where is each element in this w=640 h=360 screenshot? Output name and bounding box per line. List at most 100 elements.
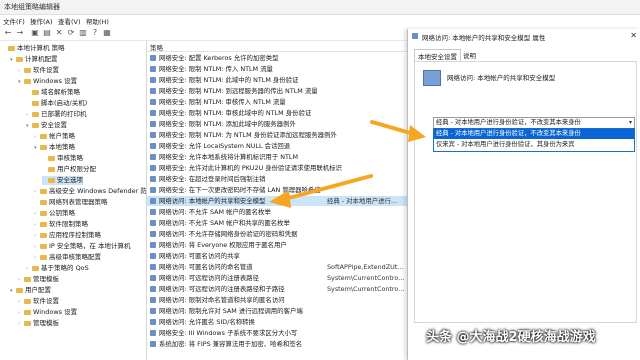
table-row[interactable]: 网络安全: 允许 LocalSystem NULL 会话回退 <box>147 141 407 151</box>
tree-item-label: 本地策略 <box>49 143 75 151</box>
show-hide-tree-icon[interactable]: ▤ <box>42 28 52 38</box>
folder-icon <box>24 67 31 73</box>
table-row[interactable]: 网络访问: 允许匿名 SID/名称转换 <box>147 317 407 327</box>
tree-item[interactable]: ▾ 本地策略 <box>34 143 75 152</box>
tree-item[interactable]: › 基于策略的 QoS <box>26 264 89 273</box>
tree-item-label: 管理模板 <box>33 319 59 327</box>
tree-item[interactable]: 网络列表管理器策略 <box>34 198 108 207</box>
annotation-arrow-icon <box>269 174 373 208</box>
tree-item[interactable]: › IP 安全策略，在 本地计算机 <box>34 242 130 251</box>
tree-item[interactable]: › 软件限制策略 <box>34 220 88 229</box>
policy-icon <box>150 143 156 149</box>
properties-icon[interactable]: ▦ <box>102 28 112 38</box>
table-row[interactable]: 网络安全: 限制 NTLM: 传入 NTLM 流量 <box>147 64 407 74</box>
policy-name-cell: 网络安全: 在超过登录时间后强制注销 <box>159 175 266 183</box>
table-row[interactable]: 网络安全: 限制 NTLM: 审核传入 NTLM 流量 <box>147 97 407 107</box>
policy-name-cell: 网络安全: 限制 NTLM: 此域中的 NTLM 身份验证 <box>159 76 299 84</box>
folder-icon <box>40 188 47 194</box>
delete-icon[interactable]: ✕ <box>54 28 64 38</box>
table-row[interactable]: 网络访问: 可远程访问的注册表路径和子路径 System\CurrentContr… <box>147 284 407 294</box>
tree-item-label: 审核策略 <box>57 154 83 162</box>
help-icon[interactable]: ? <box>90 28 100 38</box>
title-bar: 本地组策略编辑器 <box>0 0 640 15</box>
tree-item[interactable]: › 帐户策略 <box>34 132 75 141</box>
policy-name-cell: 网络访问: 可匿名访问的命名管道 <box>159 263 253 271</box>
tree-item[interactable]: › 应用程序控制策略 <box>34 231 101 240</box>
menu-view[interactable]: 查看(V) <box>58 16 81 26</box>
close-icon[interactable]: ✕ <box>630 31 637 40</box>
table-row[interactable]: 网络安全: 限制 NTLM: 添加此域中的服务器例外 <box>147 119 407 129</box>
policy-icon <box>150 220 156 226</box>
tree-item[interactable]: ▾ 计算机配置 <box>10 55 58 64</box>
folder-icon <box>40 243 47 249</box>
tree-item-label: 脚本(启动/关机) <box>41 99 88 107</box>
table-row[interactable]: 网络访问: 限制对命名管道和共享的匿名访问 <box>147 295 407 305</box>
forward-arrow-icon[interactable]: → <box>15 28 25 38</box>
menu-bar: 文件(F) 操作(A) 查看(V) 帮助(H) <box>0 15 640 26</box>
tree-item[interactable]: ›高级安全 Windows Defender 防火墙 <box>34 187 146 196</box>
folder-icon <box>32 122 39 128</box>
table-row[interactable]: 网络访问: 将 Everyone 权限应用于匿名用户 <box>147 240 407 250</box>
policy-icon <box>150 187 156 193</box>
tree-item[interactable]: › 管理模板 <box>18 319 59 328</box>
tree-item[interactable]: › 软件设置 <box>18 66 59 75</box>
policy-icon <box>150 99 156 105</box>
tree-item[interactable]: ▾ Windows 设置 <box>18 77 77 86</box>
tree-item[interactable]: ▾ 用户配置 <box>10 286 51 295</box>
table-row[interactable]: 网络安全: 允许本地系统将计算机标识用于 NTLM <box>147 152 407 162</box>
policy-icon <box>150 198 156 204</box>
table-row[interactable]: 网络安全: 限制 NTLM: 为 NTLM 身份验证添加远程服务器例外 <box>147 130 407 140</box>
table-row[interactable]: 网络访问: 不允许存储网络身份验证的密码和凭据 <box>147 229 407 239</box>
policy-setting-cell: System\CurrentContro... <box>327 285 405 293</box>
tree-item[interactable]: 域名解析策略 <box>26 88 80 97</box>
menu-action[interactable]: 操作(A) <box>30 16 53 26</box>
tree-item[interactable]: 脚本(启动/关机) <box>26 99 87 108</box>
option-classic[interactable]: 经典 - 对本地用户进行身份验证，不改变其本来身份 <box>434 129 634 139</box>
tree-item[interactable]: › Windows 设置 <box>18 308 77 317</box>
watermark: 头条 @大海战2硬核海战游戏 <box>426 330 596 345</box>
table-row[interactable]: 网络访问: 可远程访问的注册表路径 System\CurrentContro... <box>147 273 407 283</box>
tree-item[interactable]: › 已部署的打印机 <box>26 110 87 119</box>
refresh-icon[interactable]: ⟳ <box>66 28 76 38</box>
table-row[interactable]: 网络安全: III Windows 子系统不要求区分大小写 <box>147 328 407 338</box>
policy-icon <box>150 77 156 83</box>
select-options-list: 经典 - 对本地用户进行身份验证，不改变其本来身份 仅来宾 - 对本地用户进行身… <box>433 128 635 152</box>
policy-name-cell: 网络安全: 允许 LocalSystem NULL 会话回退 <box>159 142 291 150</box>
tree-item-label: 计算机配置 <box>25 55 58 63</box>
menu-help[interactable]: 帮助(H) <box>86 16 109 26</box>
tab-explain[interactable]: 说明 <box>460 49 479 61</box>
policy-name-cell: 网络安全: 限制 NTLM: 添加此域中的服务器例外 <box>159 120 296 128</box>
tree-item[interactable]: 审核策略 <box>42 154 83 163</box>
tree-item[interactable]: ▾ 安全设置 <box>26 121 67 130</box>
chevron-down-icon[interactable]: ▾ <box>629 118 632 128</box>
tree-item[interactable]: › 高级审核策略配置 <box>34 253 101 262</box>
table-row[interactable]: 网络访问: 不允许 SAM 帐户和共享的匿名枚举 <box>147 218 407 228</box>
folder-icon <box>40 144 47 150</box>
column-header-policy[interactable]: 策略 <box>150 42 163 52</box>
menu-file[interactable]: 文件(F) <box>3 16 25 26</box>
folder-up-icon[interactable]: ▣ <box>30 28 40 38</box>
tree-item[interactable]: › 公钥策略 <box>34 209 75 218</box>
tree-item-label: 用户权限分配 <box>57 165 96 173</box>
table-row[interactable]: 网络安全: 限制 NTLM: 此域中的 NTLM 身份验证 <box>147 75 407 85</box>
option-guest-only[interactable]: 仅来宾 - 对本地用户进行身份验证，其身份为来宾 <box>434 140 634 150</box>
table-row[interactable]: 系统加密: 将 FIPS 兼容算法用于加密、哈希和签名 <box>147 339 407 349</box>
policy-name-cell: 网络访问: 可远程访问的注册表路径和子路径 <box>159 285 285 293</box>
table-row[interactable]: 网络安全: 配置 Kerberos 允许的加密类型 <box>147 53 407 63</box>
table-row[interactable]: 网络访问: 限制允许对 SAM 进行远程调用的客户端 <box>147 306 407 316</box>
table-row[interactable]: 网络安全: 限制 NTLM: 审核此域中的 NTLM 身份验证 <box>147 108 407 118</box>
back-arrow-icon[interactable]: ← <box>3 28 13 38</box>
folder-icon <box>24 298 31 304</box>
policy-name-cell: 系统加密: 将 FIPS 兼容算法用于加密、哈希和签名 <box>159 340 303 348</box>
policy-icon <box>150 121 156 127</box>
table-row[interactable]: 网络访问: 可匿名访问的共享 <box>147 251 407 261</box>
tree-item[interactable]: 安全选项 <box>42 176 83 185</box>
tree-item[interactable]: 本地计算机 策略 <box>2 44 65 53</box>
export-list-icon[interactable]: ▥ <box>78 28 88 38</box>
policy-icon <box>150 275 156 281</box>
table-row[interactable]: 网络访问: 可匿名访问的命名管道 SoftAPPipe,ExtendZUt... <box>147 262 407 272</box>
tree-item[interactable]: › 管理模板 <box>18 275 59 284</box>
table-row[interactable]: 网络安全: 限制 NTLM: 到远程服务器的传出 NTLM 流量 <box>147 86 407 96</box>
tree-item[interactable]: 用户权限分配 <box>42 165 96 174</box>
tree-item[interactable]: › 软件设置 <box>18 297 59 306</box>
